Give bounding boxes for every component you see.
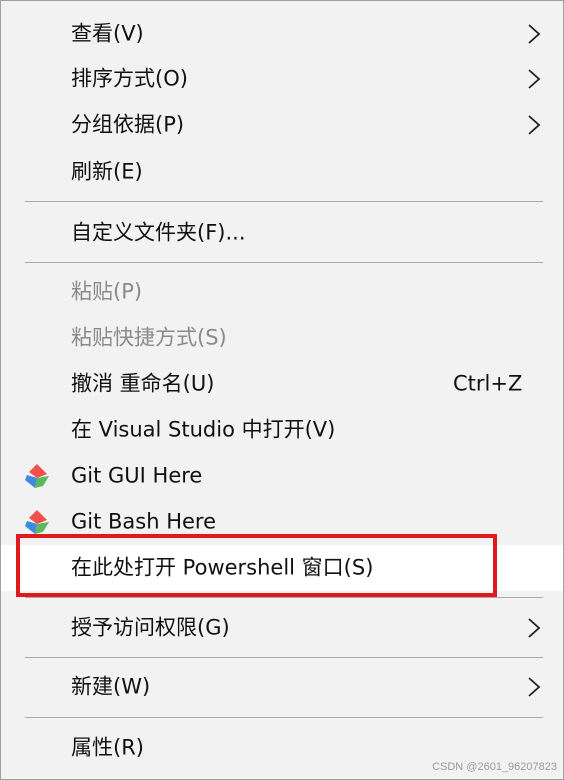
- menu-item-label: 粘贴(P): [71, 279, 143, 304]
- menu-item-label: 属性(R): [71, 735, 144, 760]
- menu-item-label: 新建(W): [71, 674, 151, 699]
- menu-separator: [25, 262, 543, 263]
- git-bash-icon: [25, 510, 49, 534]
- git-gui-icon: [25, 464, 49, 488]
- menu-item-git-bash-here[interactable]: Git Bash Here: [1, 499, 563, 545]
- menu-separator: [25, 717, 543, 718]
- menu-item-label: 自定义文件夹(F)...: [71, 220, 246, 245]
- menu-item-label: 在 Visual Studio 中打开(V): [71, 417, 336, 442]
- context-menu: 查看(V) 排序方式(O) 分组依据(P) 刷新(E) 自定义文件夹(F)...…: [0, 0, 564, 780]
- menu-item-label: 分组依据(P): [71, 112, 185, 137]
- chevron-right-icon: [528, 24, 541, 44]
- menu-item-label: 授予访问权限(G): [71, 615, 230, 640]
- chevron-right-icon: [528, 69, 541, 89]
- menu-item-label: Git GUI Here: [71, 463, 203, 488]
- menu-item-group-by[interactable]: 分组依据(P): [1, 102, 563, 148]
- menu-item-view[interactable]: 查看(V): [1, 11, 563, 57]
- watermark: CSDN @2601_96207823: [432, 761, 557, 773]
- menu-item-shortcut: Ctrl+Z: [453, 371, 523, 396]
- menu-separator: [25, 597, 543, 598]
- menu-item-new[interactable]: 新建(W): [1, 664, 563, 710]
- menu-item-refresh[interactable]: 刷新(E): [1, 149, 563, 195]
- menu-item-give-access-to[interactable]: 授予访问权限(G): [1, 605, 563, 651]
- menu-item-label: Git Bash Here: [71, 509, 217, 534]
- menu-item-label: 撤消 重命名(U): [71, 371, 215, 396]
- menu-item-label: 粘贴快捷方式(S): [71, 325, 227, 350]
- menu-item-git-gui-here[interactable]: Git GUI Here: [1, 453, 563, 499]
- menu-separator: [25, 657, 543, 658]
- chevron-right-icon: [528, 677, 541, 697]
- menu-item-paste: 粘贴(P): [1, 269, 563, 315]
- chevron-right-icon: [528, 618, 541, 638]
- menu-item-undo-rename[interactable]: 撤消 重命名(U) Ctrl+Z: [1, 361, 563, 407]
- menu-item-open-in-visual-studio[interactable]: 在 Visual Studio 中打开(V): [1, 407, 563, 453]
- menu-item-label: 在此处打开 Powershell 窗口(S): [71, 555, 374, 580]
- menu-separator: [25, 201, 543, 202]
- menu-item-paste-shortcut: 粘贴快捷方式(S): [1, 315, 563, 361]
- menu-item-customize-folder[interactable]: 自定义文件夹(F)...: [1, 210, 563, 256]
- menu-item-open-powershell-here[interactable]: 在此处打开 Powershell 窗口(S): [1, 545, 563, 591]
- menu-item-label: 查看(V): [71, 21, 144, 46]
- menu-item-sort-by[interactable]: 排序方式(O): [1, 56, 563, 102]
- chevron-right-icon: [528, 115, 541, 135]
- menu-item-label: 刷新(E): [71, 159, 143, 184]
- menu-item-label: 排序方式(O): [71, 66, 188, 91]
